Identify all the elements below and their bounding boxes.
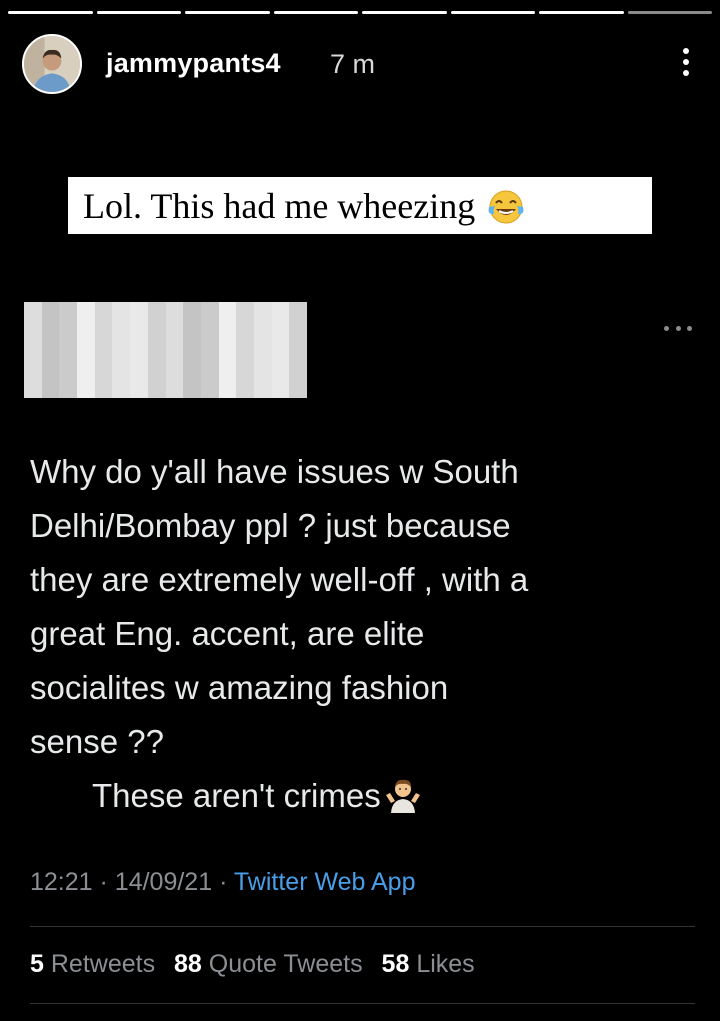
tweet-line: Why do y'all have issues w South: [30, 453, 519, 490]
progress-segment: [8, 11, 93, 14]
tweet-date: 14/09/21: [114, 868, 213, 896]
progress-segment: [450, 11, 535, 14]
tweet-time: 12:21: [30, 868, 93, 896]
progress-segment: [185, 11, 270, 14]
progress-segment-current: [627, 11, 712, 14]
retweets-label: Retweets: [50, 950, 156, 978]
retweets-stat[interactable]: 5 Retweets: [30, 950, 155, 978]
story-header: jammypants4 7 m: [22, 34, 698, 94]
meta-separator: ·: [219, 868, 228, 896]
tweet-stats: 5 Retweets 88 Quote Tweets 58 Likes: [30, 950, 475, 979]
retweets-count: 5: [30, 950, 44, 978]
tweet-meta: 12:21 · 14/09/21 · Twitter Web App: [30, 868, 415, 897]
blurred-profile-header: [24, 302, 307, 398]
tweet-last-text: These aren't crimes: [92, 777, 381, 814]
post-time: 7 m: [330, 49, 376, 79]
tweet-line: they are extremely well-off , with a: [30, 561, 529, 598]
divider: [30, 926, 695, 927]
divider: [30, 1003, 695, 1004]
progress-segment: [96, 11, 181, 14]
meta-separator: ·: [99, 868, 108, 896]
tweet-line-last: These aren't crimes: [30, 769, 680, 823]
tweet-line: sense ??: [30, 723, 164, 760]
quote-tweets-stat[interactable]: 88 Quote Tweets: [174, 950, 363, 978]
likes-count: 58: [381, 950, 410, 978]
likes-label: Likes: [416, 950, 475, 978]
more-options-icon[interactable]: [674, 44, 698, 80]
avatar[interactable]: [22, 34, 82, 94]
likes-stat[interactable]: 58 Likes: [382, 950, 475, 978]
progress-segment: [273, 11, 358, 14]
progress-segment: [539, 11, 624, 14]
story-progress-bar: [8, 11, 712, 14]
tweet-line: great Eng. accent, are elite: [30, 615, 425, 652]
username[interactable]: jammypants4: [106, 48, 281, 79]
tweet-line: Delhi/Bombay ppl ? just because: [30, 507, 511, 544]
quotes-count: 88: [174, 950, 202, 978]
tweet-line: socialites w amazing fashion: [30, 669, 449, 706]
face-with-tears-of-joy-icon: [485, 185, 527, 227]
quotes-label: Quote Tweets: [208, 950, 363, 978]
person-shrugging-icon: [383, 773, 423, 813]
progress-segment: [362, 11, 447, 14]
tweet-more-icon[interactable]: [664, 322, 692, 334]
tweet-text: Why do y'all have issues w South Delhi/B…: [30, 445, 680, 823]
tweet-source-link[interactable]: Twitter Web App: [234, 868, 416, 896]
caption-text: Lol. This had me wheezing: [83, 185, 476, 226]
story-caption: Lol. This had me wheezing: [68, 177, 652, 234]
